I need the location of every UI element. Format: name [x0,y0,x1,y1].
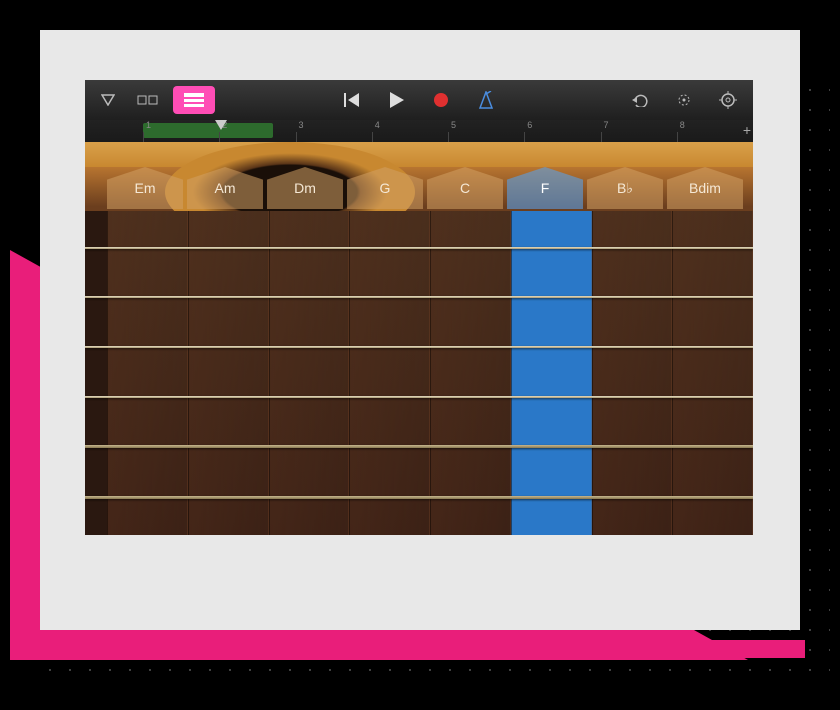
chord-tab-am[interactable]: Am [187,167,263,209]
ruler-bar: 2 [219,132,295,142]
garageband-smart-guitar: 1 2 3 4 5 6 7 8 + Em Am Dm G C F B♭ Bdim [85,80,753,535]
chord-tab-f[interactable]: F [507,167,583,209]
string-5[interactable] [85,445,753,448]
rewind-button[interactable] [336,86,368,114]
ruler-bar: 7 [601,132,677,142]
undo-icon [631,93,649,107]
triangle-down-icon [101,94,115,106]
playhead-icon[interactable] [215,120,227,130]
ruler-bar: 8 [677,132,753,142]
chord-strips-view-button[interactable] [173,86,215,114]
gear-icon [719,91,737,109]
master-fx-button[interactable] [667,86,701,114]
chord-label: B♭ [617,180,633,197]
screenshot-frame: 1 2 3 4 5 6 7 8 + Em Am Dm G C F B♭ Bdim [40,30,800,630]
record-icon [434,93,448,107]
chord-label: Em [135,180,156,196]
play-icon [390,92,404,108]
ruler-bar: 3 [296,132,372,142]
chord-tab-c[interactable]: C [427,167,503,209]
chord-tab-g[interactable]: G [347,167,423,209]
add-section-button[interactable]: + [743,122,751,138]
bar-number: 7 [604,120,609,130]
bar-number: 6 [527,120,532,130]
chord-strips-icon [183,92,205,108]
string-4[interactable] [85,396,753,398]
right-toolbar-group [623,86,745,114]
chord-tabs: Em Am Dm G C F B♭ Bdim [85,167,753,211]
ruler-bar: 1 [143,132,219,142]
rewind-icon [344,93,360,107]
decorative-pink-bar [60,640,805,658]
bar-number: 4 [375,120,380,130]
string-1[interactable] [85,247,753,249]
toolbar [85,80,753,120]
string-2[interactable] [85,296,753,298]
bar-number: 5 [451,120,456,130]
bar-number: 8 [680,120,685,130]
chord-label: Bdim [689,180,721,196]
browser-button[interactable] [93,86,123,114]
play-button[interactable] [382,86,412,114]
record-button[interactable] [426,86,456,114]
strum-area[interactable] [85,211,753,535]
chord-row: Em Am Dm G C F B♭ Bdim [85,167,753,211]
string-3[interactable] [85,346,753,348]
chord-label: Dm [294,180,316,196]
notes-view-button[interactable] [129,86,167,114]
chord-label: C [460,180,470,196]
ruler-bar: 4 [372,132,448,142]
metronome-button[interactable] [470,86,502,114]
chord-tab-em[interactable]: Em [107,167,183,209]
settings-button[interactable] [711,86,745,114]
dial-icon [675,91,693,109]
chord-tab-bdim[interactable]: Bdim [667,167,743,209]
bar-number: 3 [299,120,304,130]
timeline-ruler[interactable]: 1 2 3 4 5 6 7 8 + [85,120,753,142]
ruler-bar: 5 [448,132,524,142]
string-6[interactable] [85,496,753,499]
fretboard-icon [137,93,159,107]
ruler-bar: 6 [524,132,600,142]
chord-label: G [380,180,391,196]
guitar-strings [85,211,753,535]
chord-label: F [541,180,550,196]
transport-controls [336,86,502,114]
metronome-icon [478,91,494,109]
chord-tab-dm[interactable]: Dm [267,167,343,209]
chord-tab-bflat[interactable]: B♭ [587,167,663,209]
chord-label: Am [215,180,236,196]
bar-number: 1 [146,120,151,130]
undo-button[interactable] [623,86,657,114]
